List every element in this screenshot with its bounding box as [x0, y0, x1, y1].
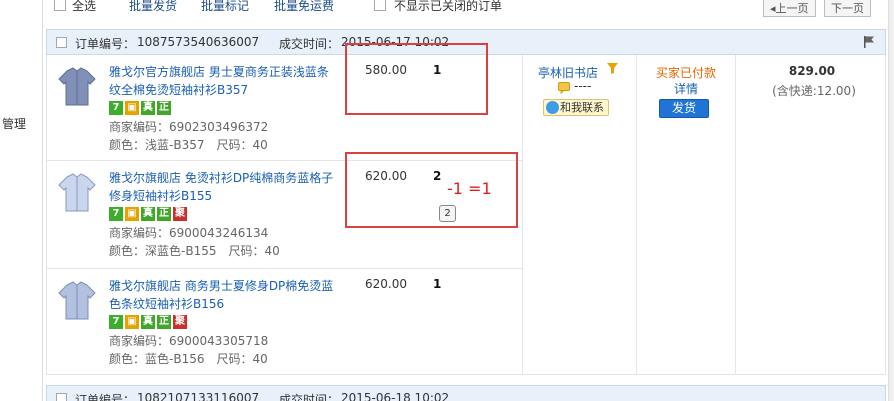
hide-closed-checkbox[interactable] [374, 0, 386, 11]
order-status: 买家已付款 [655, 66, 716, 80]
order-time-label: 成交时间： [279, 393, 340, 401]
order-checkbox[interactable] [56, 37, 67, 48]
order-checkbox[interactable] [56, 393, 67, 401]
batch-mark-link[interactable]: 批量标记 [201, 0, 249, 14]
product-title-link[interactable]: 雅戈尔官方旗舰店 男士夏商务正装浅蓝条纹全棉免烫短袖衬衫B357 [109, 63, 339, 99]
product-title-link[interactable]: 雅戈尔旗舰店 免烫衬衫DP纯棉商务蓝格子修身短袖衬衫B155 [109, 169, 339, 205]
order-time: 2015-06-18 10:02 [341, 391, 450, 401]
chat-face-icon [546, 101, 559, 114]
order-item: 雅戈尔旗舰店 商务男士夏修身DP棉免烫蓝色条纹短袖衬衫B156 7 ▣ 真正聚 商家… [47, 269, 522, 375]
flag-icon[interactable] [863, 36, 875, 48]
merchant-code: 商家编码：6900043305718 [109, 334, 269, 348]
next-order-header: 订单编号： 1082107133116007 成交时间： 2015-06-18 … [46, 385, 886, 401]
total-column: 829.00 (含快递:12.00) [736, 55, 887, 375]
order-time-label: 成交时间： [279, 37, 340, 51]
authentic-badge: 正 [157, 101, 171, 115]
genuine-badge: 真 [141, 315, 155, 329]
next-page-button[interactable]: 下一页 [824, 0, 871, 17]
left-sidebar: 管理 [0, 0, 42, 401]
order-number: 1082107133116007 [137, 391, 260, 401]
juhuasuan-badge: 聚 [173, 207, 187, 221]
batch-free-shipping-link[interactable]: 批量免运费 [274, 0, 334, 14]
seven-day-return-badge: 7 [109, 207, 123, 221]
juhuasuan-badge: 聚 [173, 315, 187, 329]
bag-icon: ▣ [125, 207, 139, 221]
ship-button[interactable]: 发货 [659, 99, 709, 118]
annotation-text: -1 =1 [447, 179, 492, 198]
authentic-badge: 正 [157, 315, 171, 329]
service-badges: 7 ▣ 真正聚 [109, 315, 189, 329]
item-quantity: 1 [433, 277, 442, 291]
genuine-badge: 真 [141, 207, 155, 221]
item-attributes: 颜色：蓝色-B156 尺码：40 [109, 352, 268, 366]
scrollbar[interactable] [888, 0, 894, 401]
order-detail-link[interactable]: 详情 [651, 80, 721, 97]
bag-icon: ▣ [125, 315, 139, 329]
sidebar-label: 管理 [2, 117, 27, 131]
item-attributes: 颜色：深蓝色-B155 尺码：40 [109, 244, 280, 258]
batch-ship-link[interactable]: 批量发货 [129, 0, 177, 14]
order-toolbar: 全选 批量发货 批量标记 批量免运费 不显示已关闭的订单 ◂上一页 下一页 [43, 0, 889, 17]
genuine-badge: 真 [141, 101, 155, 115]
hide-closed-label[interactable]: 不显示已关闭的订单 [394, 0, 502, 14]
bag-icon: ▣ [125, 101, 139, 115]
prev-page-button[interactable]: ◂上一页 [763, 0, 816, 17]
item-attributes: 颜色：浅蓝-B357 尺码：40 [109, 138, 268, 152]
service-badges: 7 ▣ 真正 [109, 101, 173, 115]
highlight-box [345, 43, 488, 115]
message-icon[interactable] [558, 82, 570, 94]
seven-day-return-badge: 7 [109, 101, 123, 115]
item-price: 620.00 [365, 277, 407, 291]
product-title-link[interactable]: 雅戈尔旗舰店 商务男士夏修身DP棉免烫蓝色条纹短袖衬衫B156 [109, 277, 339, 313]
shipping-fee: (含快递:12.00) [772, 84, 856, 98]
select-all-checkbox[interactable] [54, 0, 66, 11]
status-column: 买家已付款 详情 发货 [637, 55, 735, 375]
order-number-label: 订单编号： [75, 37, 136, 51]
seven-day-return-badge: 7 [109, 315, 123, 329]
service-badges: 7 ▣ 真正聚 [109, 207, 189, 221]
order-list-panel: 全选 批量发货 批量标记 批量免运费 不显示已关闭的订单 ◂上一页 下一页 订单… [42, 0, 888, 401]
highlight-box [345, 152, 518, 228]
product-thumbnail[interactable] [57, 65, 97, 107]
order-number-label: 订单编号： [75, 393, 136, 401]
order-total: 829.00 [788, 64, 836, 78]
select-all-label[interactable]: 全选 [72, 0, 96, 14]
product-thumbnail[interactable] [57, 279, 97, 321]
buyer-column: 亭林旧书店 ---- 和我联系 [523, 55, 636, 375]
order-number: 1087573540636007 [137, 35, 260, 49]
filter-icon[interactable] [607, 63, 618, 74]
product-thumbnail[interactable] [57, 171, 97, 213]
buyer-memo: ---- [574, 79, 592, 93]
authentic-badge: 正 [157, 207, 171, 221]
merchant-code: 商家编码：6902303496372 [109, 120, 269, 134]
merchant-code: 商家编码：6900043246134 [109, 226, 269, 240]
contact-buyer-button[interactable]: 和我联系 [543, 99, 609, 116]
